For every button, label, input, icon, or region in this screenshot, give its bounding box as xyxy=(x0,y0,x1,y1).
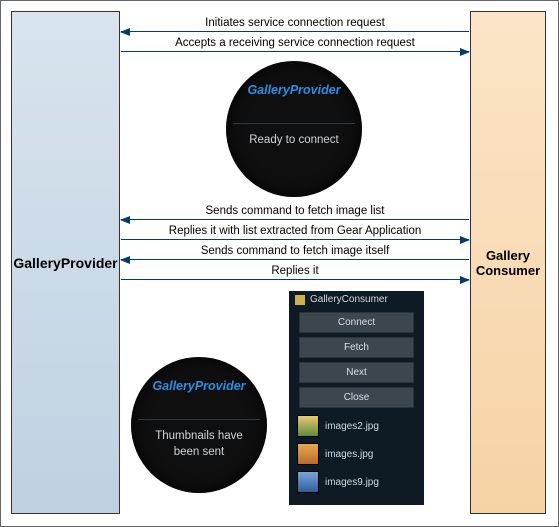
arrow-fetch-image: Sends command to fetch image itself xyxy=(121,259,469,260)
arrow-list-reply: Replies it with list extracted from Gear… xyxy=(121,239,469,240)
list-item[interactable]: images.jpg xyxy=(289,440,424,468)
wearable-status: Thumbnails have been sent xyxy=(139,429,259,460)
filename: images.jpg xyxy=(325,449,373,460)
arrow-accept-connection: Accepts a receiving service connection r… xyxy=(121,51,469,52)
thumbnail-icon xyxy=(297,443,319,465)
provider-label: GalleryProvider xyxy=(13,255,117,271)
next-button[interactable]: Next xyxy=(299,362,414,383)
filename: images2.jpg xyxy=(325,421,379,432)
divider xyxy=(138,419,260,420)
consumer-label: Gallery Consumer xyxy=(476,248,540,278)
wearable-screenshot-sent: GalleryProvider Thumbnails have been sen… xyxy=(131,357,267,493)
wearable-screenshot-ready: GalleryProvider Ready to connect xyxy=(226,61,362,197)
thumbnail-icon xyxy=(297,471,319,493)
provider-box: GalleryProvider xyxy=(11,11,120,514)
sequence-diagram: GalleryProvider Gallery Consumer Initiat… xyxy=(0,0,559,527)
wearable-app-title: GalleryProvider xyxy=(226,83,362,97)
connect-button[interactable]: Connect xyxy=(299,312,414,333)
phone-titlebar: GalleryConsumer xyxy=(289,291,424,308)
arrow-label: Sends command to fetch image list xyxy=(121,205,469,217)
list-item[interactable]: images2.jpg xyxy=(289,412,424,440)
wearable-status: Ready to connect xyxy=(234,133,354,149)
arrow-label: Sends command to fetch image itself xyxy=(121,245,469,257)
arrow-label: Replies it with list extracted from Gear… xyxy=(121,225,469,237)
divider xyxy=(233,123,355,124)
close-button[interactable]: Close xyxy=(299,387,414,408)
phone-app-title: GalleryConsumer xyxy=(310,294,388,305)
thumbnail-icon xyxy=(297,415,319,437)
consumer-box: Gallery Consumer xyxy=(470,11,546,514)
arrow-label: Accepts a receiving service connection r… xyxy=(121,37,469,49)
arrow-label: Replies it xyxy=(121,265,469,277)
app-icon xyxy=(295,295,305,305)
filename: images9.jpg xyxy=(325,477,379,488)
fetch-button[interactable]: Fetch xyxy=(299,337,414,358)
arrow-fetch-list: Sends command to fetch image list xyxy=(121,219,469,220)
arrow-image-reply: Replies it xyxy=(121,279,469,280)
wearable-app-title: GalleryProvider xyxy=(131,379,267,393)
arrow-init-connection: Initiates service connection request xyxy=(121,31,469,32)
phone-screenshot: GalleryConsumer Connect Fetch Next Close… xyxy=(289,291,424,505)
arrow-label: Initiates service connection request xyxy=(121,17,469,29)
list-item[interactable]: images9.jpg xyxy=(289,468,424,496)
